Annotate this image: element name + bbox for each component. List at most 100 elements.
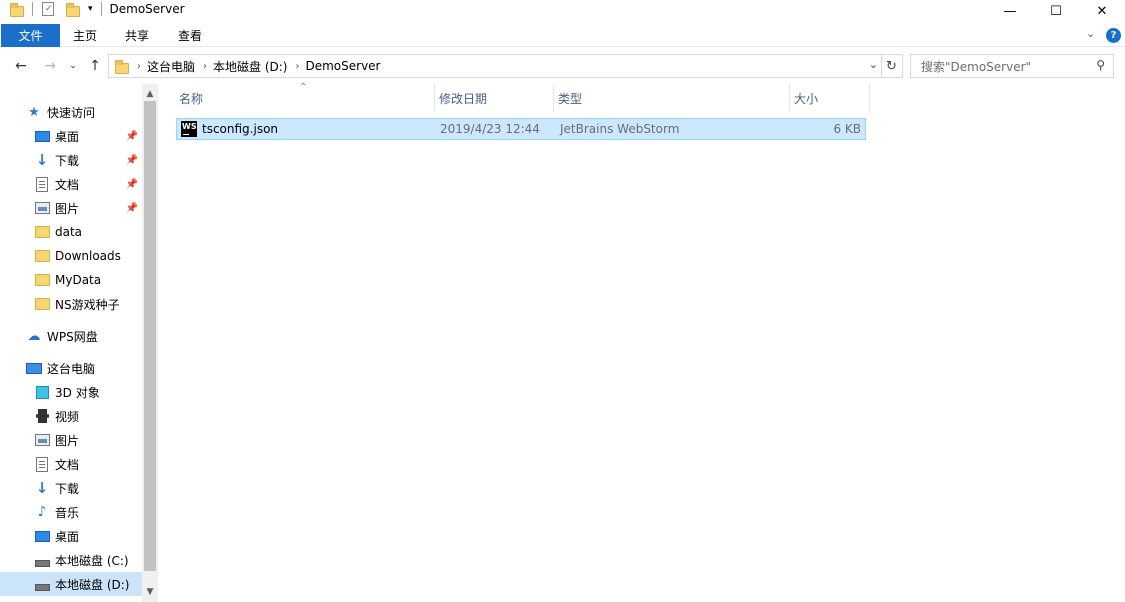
column-header-type[interactable]: 类型 — [554, 84, 790, 112]
nav-item-drive-d[interactable]: 本地磁盘 (D:) — [0, 572, 142, 596]
title-bar: ✓ ▾ DemoServer — ☐ ✕ — [0, 0, 1125, 22]
nav-item-desktop[interactable]: 桌面 📌 — [34, 124, 142, 148]
column-label: 名称 — [179, 91, 204, 106]
nav-item-downloads-pc[interactable]: ↓ 下载 — [34, 476, 142, 500]
column-label: 类型 — [558, 91, 583, 106]
picture-icon — [34, 200, 50, 216]
nav-this-pc[interactable]: 这台电脑 — [26, 356, 158, 380]
picture-icon — [34, 432, 50, 448]
up-icon[interactable]: ↑ — [85, 56, 105, 76]
scrollbar-thumb[interactable] — [144, 101, 156, 571]
nav-item-pictures-pc[interactable]: 图片 — [34, 428, 142, 452]
maximize-button[interactable]: ☐ — [1033, 0, 1079, 22]
tab-view[interactable]: 查看 — [164, 24, 216, 47]
file-row[interactable]: WS tsconfig.json 2019/4/23 12:44 JetBrai… — [176, 118, 866, 140]
nav-label: 下载 — [55, 481, 80, 496]
nav-label: 图片 — [55, 201, 80, 216]
new-folder-icon[interactable] — [66, 2, 80, 17]
breadcrumb-separator[interactable]: › — [295, 61, 299, 72]
nav-item-documents-pc[interactable]: 文档 — [34, 452, 142, 476]
column-header-size[interactable]: 大小 — [790, 84, 870, 112]
column-header-name[interactable]: 名称 — [175, 84, 435, 112]
nav-label: 本地磁盘 (D:) — [55, 577, 130, 592]
nav-label: Downloads — [55, 249, 121, 263]
recent-locations-icon[interactable]: ⌄ — [63, 56, 83, 76]
nav-label: MyData — [55, 273, 102, 287]
nav-label: 3D 对象 — [55, 385, 100, 400]
nav-label: 这台电脑 — [47, 361, 96, 376]
nav-label: 快速访问 — [47, 105, 96, 120]
pin-icon[interactable]: 📌 — [126, 179, 138, 190]
back-icon[interactable]: ← — [11, 56, 31, 76]
help-icon[interactable]: ? — [1106, 28, 1121, 43]
nav-item-documents[interactable]: 文档 📌 — [34, 172, 142, 196]
column-header-modified[interactable]: 修改日期 — [435, 84, 554, 112]
nav-item-mydata[interactable]: MyData — [34, 268, 142, 292]
download-icon: ↓ — [35, 479, 49, 497]
divider — [32, 2, 33, 16]
file-size: 6 KB — [833, 122, 861, 136]
nav-quick-access[interactable]: ★ 快速访问 — [26, 100, 158, 124]
nav-item-music[interactable]: ♪ 音乐 — [34, 500, 142, 524]
download-icon: ↓ — [35, 151, 49, 169]
file-name: tsconfig.json — [202, 122, 279, 136]
desktop-icon — [34, 528, 50, 544]
nav-item-3d-objects[interactable]: 3D 对象 — [34, 380, 142, 404]
desktop-icon — [34, 128, 50, 144]
breadcrumb-drive-d[interactable]: 本地磁盘 (D:) — [213, 58, 287, 75]
minimize-icon: — — [1003, 3, 1017, 19]
file-type: JetBrains WebStorm — [560, 122, 680, 136]
scroll-down-icon[interactable]: ▼ — [142, 584, 158, 600]
chevron-down-icon[interactable]: ⌄ — [1086, 27, 1095, 40]
pin-icon[interactable]: 📌 — [126, 203, 138, 214]
tab-share[interactable]: 共享 — [111, 24, 163, 47]
quick-access-toolbar: ✓ ▾ DemoServer — [10, 0, 185, 18]
nav-item-data[interactable]: data — [34, 220, 142, 244]
nav-item-downloads-folder[interactable]: Downloads — [34, 244, 142, 268]
properties-icon[interactable]: ✓ — [42, 2, 54, 16]
tab-file[interactable]: 文件 — [1, 24, 60, 47]
folder-icon — [34, 224, 50, 240]
nav-wps-cloud[interactable]: ☁ WPS网盘 — [26, 324, 158, 348]
column-label: 大小 — [794, 91, 819, 106]
customize-toolbar-icon[interactable]: ▾ — [88, 4, 93, 14]
folder-icon — [10, 2, 24, 17]
nav-label: 下载 — [55, 153, 80, 168]
nav-item-desktop-pc[interactable]: 桌面 — [34, 524, 142, 548]
scroll-up-icon[interactable]: ▲ — [142, 86, 158, 102]
3d-objects-icon — [34, 384, 50, 400]
nav-item-drive-c[interactable]: 本地磁盘 (C:) — [34, 548, 142, 572]
search-placeholder: 搜索"DemoServer" — [921, 59, 1032, 74]
nav-item-videos[interactable]: 视频 — [34, 404, 142, 428]
nav-label: 本地磁盘 (C:) — [55, 553, 129, 568]
navigation-pane: ★ 快速访问 桌面 📌 ↓ 下载 📌 文档 📌 图片 📌 data Downlo… — [0, 84, 158, 602]
folder-icon — [34, 296, 50, 312]
refresh-icon: ↻ — [886, 58, 897, 74]
nav-item-downloads[interactable]: ↓ 下载 📌 — [34, 148, 142, 172]
tab-home[interactable]: 主页 — [59, 24, 111, 47]
star-icon: ★ — [28, 104, 40, 120]
nav-label: 文档 — [55, 177, 80, 192]
search-icon[interactable]: ⚲ — [1096, 58, 1105, 72]
nav-label: 桌面 — [55, 129, 80, 144]
breadcrumb-this-pc[interactable]: 这台电脑 — [147, 58, 195, 75]
file-name-cell: WS tsconfig.json — [181, 119, 278, 139]
forward-icon[interactable]: → — [40, 56, 60, 76]
breadcrumb-separator[interactable]: › — [137, 61, 141, 72]
nav-item-pictures[interactable]: 图片 📌 — [34, 196, 142, 220]
pin-icon[interactable]: 📌 — [126, 131, 138, 142]
minimize-button[interactable]: — — [987, 0, 1033, 22]
breadcrumb-demoserver[interactable]: DemoServer — [305, 59, 380, 73]
close-button[interactable]: ✕ — [1079, 0, 1125, 22]
address-dropdown-icon[interactable]: ⌄ — [869, 58, 878, 71]
window-title: DemoServer — [109, 2, 185, 16]
pin-icon[interactable]: 📌 — [126, 155, 138, 166]
search-input[interactable]: 搜索"DemoServer" ⚲ — [910, 54, 1114, 78]
close-icon: ✕ — [1096, 3, 1108, 19]
breadcrumb-separator[interactable]: › — [203, 61, 207, 72]
nav-item-ns-games[interactable]: NS游戏种子 — [34, 292, 142, 316]
navigation-scrollbar[interactable]: ▲ ▼ — [142, 84, 158, 602]
address-row: ← → ⌄ ↑ › 这台电脑 › 本地磁盘 (D:) › DemoServer … — [0, 52, 1125, 80]
address-bar[interactable]: › 这台电脑 › 本地磁盘 (D:) › DemoServer ⌄ — [108, 54, 882, 78]
refresh-button[interactable]: ↻ — [881, 54, 903, 78]
